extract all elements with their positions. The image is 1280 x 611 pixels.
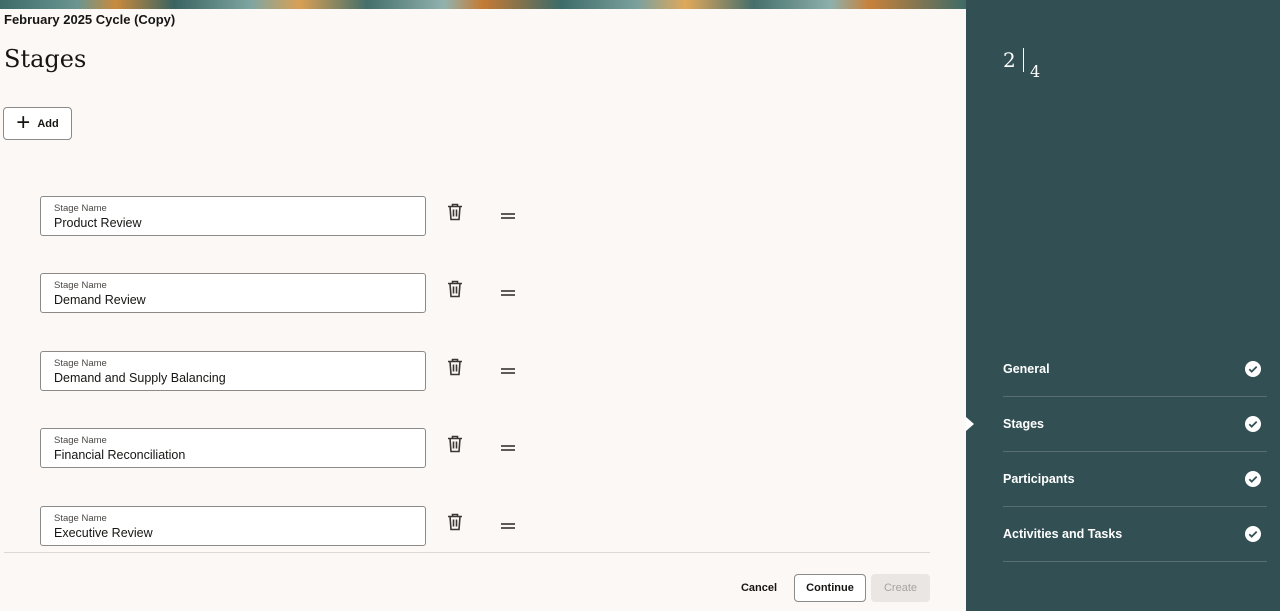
stage-name-field[interactable]: Stage Name Demand and Supply Balancing (40, 351, 426, 391)
add-button-label: Add (37, 117, 59, 130)
trash-icon[interactable] (447, 358, 463, 376)
check-circle-icon (1245, 361, 1261, 377)
stage-name-value: Demand and Supply Balancing (54, 371, 226, 385)
stage-name-value: Demand Review (54, 293, 146, 307)
footer-divider (4, 552, 930, 553)
drag-handle-icon[interactable] (501, 213, 515, 219)
progress-sidebar: 2 4 General Stages Participants Activiti… (966, 0, 1280, 611)
trash-icon[interactable] (447, 203, 463, 221)
stage-name-label: Stage Name (54, 358, 107, 369)
stage-name-label: Stage Name (54, 513, 107, 524)
drag-handle-icon[interactable] (501, 368, 515, 374)
stage-name-value: Executive Review (54, 526, 153, 540)
create-button: Create (871, 574, 930, 602)
stage-name-field[interactable]: Stage Name Product Review (40, 196, 426, 236)
page-title: Stages (4, 45, 87, 73)
step-participants[interactable]: Participants (1003, 452, 1267, 507)
plus-icon: + (16, 108, 31, 136)
add-button[interactable]: + Add (3, 107, 72, 140)
step-label: Activities and Tasks (1003, 527, 1123, 541)
stage-name-field[interactable]: Stage Name Executive Review (40, 506, 426, 546)
check-circle-icon (1245, 416, 1261, 432)
step-label: Participants (1003, 472, 1075, 486)
step-activities-and-tasks[interactable]: Activities and Tasks (1003, 507, 1267, 562)
stage-name-label: Stage Name (54, 280, 107, 291)
stage-name-field[interactable]: Stage Name Financial Reconciliation (40, 428, 426, 468)
decorative-banner (0, 0, 966, 9)
stage-name-label: Stage Name (54, 435, 107, 446)
stage-row: Stage Name Financial Reconciliation (40, 428, 580, 468)
step-label: Stages (1003, 417, 1044, 431)
step-label: General (1003, 362, 1050, 376)
trash-icon[interactable] (447, 435, 463, 453)
step-current: 2 (1003, 48, 1016, 72)
cancel-button[interactable]: Cancel (731, 574, 787, 602)
main-panel: February 2025 Cycle (Copy) Stages + Add … (0, 9, 966, 611)
check-circle-icon (1245, 471, 1261, 487)
drag-handle-icon[interactable] (501, 523, 515, 529)
stage-name-value: Product Review (54, 216, 142, 230)
stage-row: Stage Name Demand Review (40, 273, 580, 313)
stage-name-field[interactable]: Stage Name Demand Review (40, 273, 426, 313)
step-stages[interactable]: Stages (1003, 397, 1267, 452)
stage-name-label: Stage Name (54, 203, 107, 214)
check-circle-icon (1245, 526, 1261, 542)
stage-row: Stage Name Product Review (40, 196, 580, 236)
current-step-marker (966, 417, 974, 431)
stage-row: Stage Name Executive Review (40, 506, 580, 546)
continue-button[interactable]: Continue (794, 574, 866, 602)
drag-handle-icon[interactable] (501, 445, 515, 451)
trash-icon[interactable] (447, 280, 463, 298)
drag-handle-icon[interactable] (501, 290, 515, 296)
step-nav: General Stages Participants Activities a… (1003, 342, 1267, 562)
step-general[interactable]: General (1003, 342, 1267, 397)
cycle-title: February 2025 Cycle (Copy) (4, 12, 176, 27)
stage-row: Stage Name Demand and Supply Balancing (40, 351, 580, 391)
trash-icon[interactable] (447, 513, 463, 531)
step-total: 4 (1030, 62, 1041, 81)
step-separator (1023, 48, 1024, 72)
stage-name-value: Financial Reconciliation (54, 448, 186, 462)
